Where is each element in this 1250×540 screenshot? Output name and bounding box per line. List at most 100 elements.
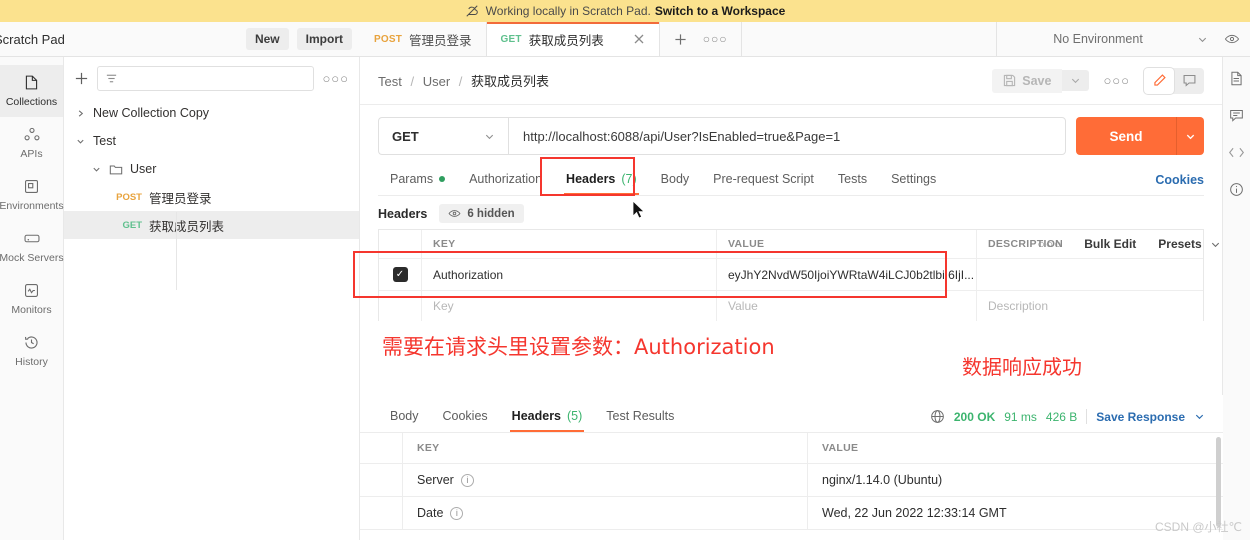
sidebar-item-history[interactable]: History [0,325,63,377]
comment-icon[interactable] [1229,108,1244,123]
tab-label: Pre-request Script [713,172,814,186]
row-key: Server [417,473,454,487]
row-key-placeholder[interactable]: Key [422,291,717,321]
checkbox-checked-icon: ✓ [392,267,408,282]
tree-item-request-post[interactable]: POST 管理员登录 [64,183,359,211]
tab-method-label: POST [374,33,403,45]
response-tab-cookies[interactable]: Cookies [431,404,500,432]
http-method-selector[interactable]: GET [378,117,508,155]
breadcrumb-part-0[interactable]: Test [378,74,402,89]
send-button[interactable]: Send [1076,117,1176,155]
status-badge: 200 OK [953,409,996,424]
table-row-placeholder[interactable]: Key Value Description [379,290,1203,321]
request-more-options-icon[interactable]: ○○○ [1103,73,1130,88]
tab-settings[interactable]: Settings [879,167,948,195]
ellipsis-icon[interactable]: ○○○ [322,71,349,86]
request-tab-post[interactable]: POST 管理员登录 [360,22,487,56]
bulk-edit-button[interactable]: Bulk Edit [1073,233,1147,255]
import-button[interactable]: Import [296,28,352,50]
tree-item-new-collection-copy[interactable]: New Collection Copy [64,99,359,127]
comment-icon[interactable] [1174,68,1204,94]
sidebar-item-mock-servers[interactable]: Mock Servers [0,221,64,273]
new-button[interactable]: New [245,28,289,50]
save-button[interactable]: Save [992,68,1063,93]
tab-count: (5) [567,409,583,423]
tree-item-method: GET [122,219,142,231]
send-options-button[interactable] [1176,117,1204,155]
tab-pre-request-script[interactable]: Pre-request Script [701,167,826,195]
tab-authorization[interactable]: Authorization [457,167,554,195]
info-icon[interactable]: i [450,506,464,520]
sidebar-item-monitors[interactable]: Monitors [0,273,63,325]
tree-item-request-get[interactable]: GET 获取成员列表 [64,211,359,239]
presets-button[interactable]: Presets [1147,233,1232,255]
hidden-headers-toggle[interactable]: 6 hidden [439,204,524,223]
save-options-button[interactable] [1062,70,1090,91]
eye-icon[interactable] [1224,31,1240,47]
url-bar: GET http://localhost:6088/api/User?IsEna… [360,105,1222,155]
cloud-off-icon [465,4,479,18]
documentation-icon[interactable] [1229,71,1244,86]
chevron-right-icon[interactable] [76,109,86,118]
table-more-options-icon[interactable]: ○○○ [1027,233,1074,255]
response-tab-test-results[interactable]: Test Results [594,404,686,432]
tab-headers[interactable]: Headers (7) [554,167,649,195]
table-row[interactable]: ✓ Authorization eyJhY2NvdW50IjoiYWRtaW4i… [379,258,1203,290]
sidebar-item-environments[interactable]: Environments [0,169,64,221]
tab-params[interactable]: Params [378,167,457,195]
chevron-down-icon[interactable] [1197,34,1208,45]
collections-toolbar: ○○○ [64,57,359,99]
http-method-label: GET [392,128,419,144]
sidebar-item-collections[interactable]: Collections [0,65,63,117]
row-description[interactable] [977,259,1203,290]
tab-label: Cookies [442,409,488,423]
table-header-value: VALUE [822,442,859,454]
row-description-placeholder[interactable]: Description [977,291,1203,321]
tab-label: Headers [511,409,562,423]
response-tabs: Body Cookies Headers (5) Test Results 20… [360,395,1223,432]
headers-table-actions: ○○○ Bulk Edit Presets [1027,233,1232,255]
sidebar-item-apis[interactable]: APIs [0,117,63,169]
switch-workspace-link[interactable]: Switch to a Workspace [655,4,785,18]
ellipsis-icon[interactable]: ○○○ [703,32,728,46]
response-tab-body[interactable]: Body [378,404,431,432]
cookies-link[interactable]: Cookies [1155,173,1204,187]
search-input[interactable] [97,65,315,91]
chevron-down-icon[interactable] [76,137,86,146]
tree-item-user-folder[interactable]: User [64,155,359,183]
tree-item-test[interactable]: Test [64,127,359,155]
plus-icon[interactable] [674,33,687,46]
breadcrumb-part-1[interactable]: User [423,74,450,89]
row-checkbox-empty[interactable] [379,291,422,321]
close-icon[interactable] [633,33,645,45]
sidebar-item-label: History [15,356,48,368]
tab-label: Test Results [606,409,675,423]
chevron-down-icon[interactable] [484,131,495,142]
chevron-down-icon[interactable] [1194,411,1205,422]
tab-label: Params [390,172,434,186]
tab-tests[interactable]: Tests [826,167,879,195]
tab-label: Headers [566,172,616,186]
request-tab-get[interactable]: GET 获取成员列表 [486,22,660,56]
chevron-down-icon[interactable] [92,165,102,174]
row-value-placeholder[interactable]: Value [717,291,977,321]
row-checkbox[interactable]: ✓ [379,259,422,290]
url-input[interactable]: http://localhost:6088/api/User?IsEnabled… [508,117,1066,155]
table-row: Date i Wed, 22 Jun 2022 12:33:14 GMT [360,497,1223,530]
info-icon[interactable]: i [460,473,474,487]
environment-selector[interactable]: No Environment [997,22,1250,56]
history-icon [23,334,40,351]
save-response-button[interactable]: Save Response [1096,410,1185,424]
row-value[interactable]: eyJhY2NvdW50IjoiYWRtaW4iLCJ0b2tlbiI6IjI.… [717,259,977,290]
row-key[interactable]: Authorization [422,259,717,290]
response-tab-headers[interactable]: Headers (5) [500,404,595,432]
tab-body[interactable]: Body [649,167,702,195]
response-headers-table: KEY VALUE Server i nginx/1.14.0 (Ubuntu)… [360,433,1223,530]
info-icon[interactable] [1229,182,1244,197]
pencil-icon[interactable] [1144,67,1174,94]
code-icon[interactable] [1228,145,1245,160]
response-scrollbar[interactable] [1216,437,1221,527]
plus-icon[interactable] [74,71,89,86]
globe-icon [930,409,945,424]
tree-item-method: POST [116,191,142,203]
